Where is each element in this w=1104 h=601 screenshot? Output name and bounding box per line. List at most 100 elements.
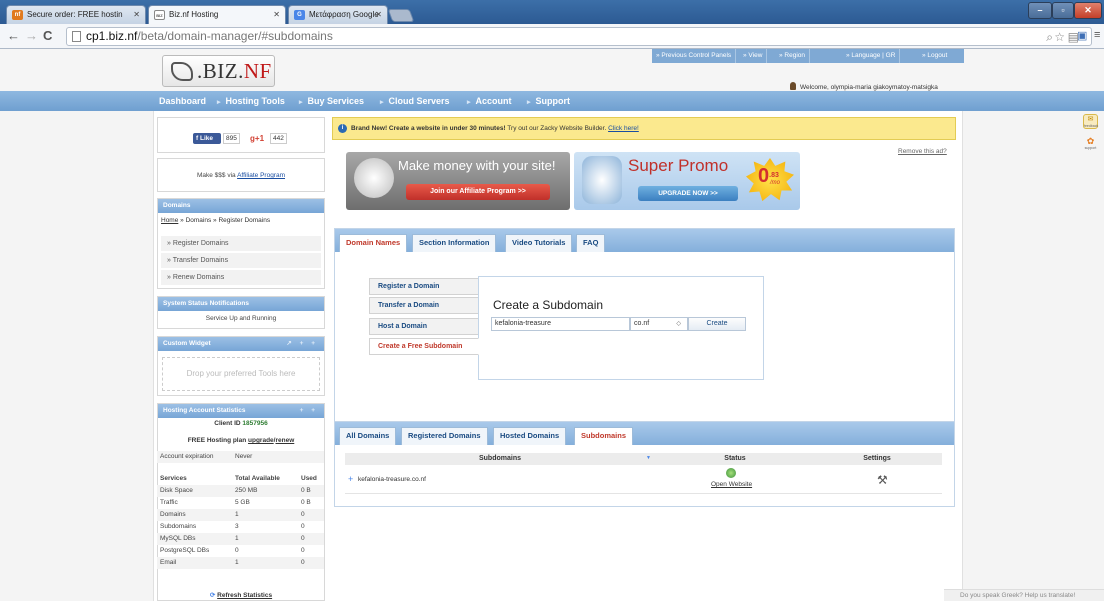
nav-bullet-icon: ▸ bbox=[380, 99, 384, 106]
stats-cell: Email bbox=[160, 559, 177, 566]
tab-subdomains[interactable]: Subdomains bbox=[574, 427, 634, 445]
user-icon bbox=[790, 82, 796, 90]
tab-faq[interactable]: FAQ bbox=[576, 234, 606, 252]
breadcrumb-rest: » Domains » Register Domains bbox=[178, 217, 271, 224]
system-status-box: System Status Notifications Service Up a… bbox=[157, 296, 325, 329]
notice-bold: Brand New! Create a website in under 30 … bbox=[351, 125, 506, 132]
nav-hosting-tools[interactable]: ▸ Hosting Tools bbox=[217, 91, 285, 111]
expand-icon[interactable]: + bbox=[348, 474, 353, 484]
window-close-icon[interactable]: ✕ bbox=[1074, 2, 1102, 19]
tab-section-information[interactable]: Section Information bbox=[412, 234, 497, 252]
search-icon[interactable]: ⌕ bbox=[1046, 29, 1053, 46]
close-tab-icon[interactable]: ✕ bbox=[375, 6, 382, 23]
join-affiliate-button[interactable]: Join our Affiliate Program >> bbox=[406, 184, 550, 200]
stats-cell: 0 bbox=[301, 535, 305, 542]
custom-widget-box: Custom Widget ↗ + + Drop your preferred T… bbox=[157, 336, 325, 396]
sidebar-item-transfer-domains[interactable]: » Transfer Domains bbox=[161, 253, 321, 268]
sort-arrow-icon[interactable]: ▼ bbox=[646, 455, 651, 461]
settings-wand-icon[interactable]: ⚒ bbox=[877, 473, 888, 487]
nav-account[interactable]: ▸ Account bbox=[467, 91, 512, 111]
nav-bullet-icon: ▸ bbox=[527, 99, 531, 106]
sidebar-item-register-domains[interactable]: » Register Domains bbox=[161, 236, 321, 251]
previous-control-panels-link[interactable]: » Previous Control Panels bbox=[652, 49, 737, 63]
stats-cell: 0 B bbox=[301, 499, 311, 506]
stats-cell: 1 bbox=[235, 535, 239, 542]
affiliate-banner[interactable]: Make money with your site! Join our Affi… bbox=[346, 152, 570, 210]
promo-banner[interactable]: Super Promo UPGRADE NOW >> 0.83 /mo bbox=[574, 152, 800, 210]
new-tab-button[interactable] bbox=[387, 9, 415, 22]
column-settings: Settings bbox=[863, 455, 891, 462]
upgrade-now-button[interactable]: UPGRADE NOW >> bbox=[638, 186, 738, 201]
widget-controls-icon[interactable]: ↗ + + bbox=[286, 337, 318, 351]
google-plus-button[interactable]: g+1 bbox=[250, 133, 266, 144]
stats-cell: PostgreSQL DBs bbox=[160, 547, 210, 554]
support-widget[interactable]: ✿ support bbox=[1083, 137, 1098, 152]
url-input[interactable]: cp1.biz.nf/beta/domain-manager/#subdomai… bbox=[66, 27, 1092, 46]
subnav-host-domain[interactable]: Host a Domain bbox=[369, 318, 479, 335]
nav-support[interactable]: ▸ Support bbox=[527, 91, 570, 111]
stats-cell: 3 bbox=[235, 523, 239, 530]
nav-dashboard[interactable]: Dashboard bbox=[159, 91, 206, 111]
affiliate-line: Make $$$ via Affiliate Program bbox=[158, 159, 324, 193]
stats-controls-icon[interactable]: + + bbox=[300, 404, 318, 418]
nav-buy-services[interactable]: ▸ Buy Services bbox=[299, 91, 364, 111]
language-link[interactable]: » Language | GR bbox=[842, 49, 901, 63]
welcome-message: Welcome, olympia-maria giakoymatoy-matsi… bbox=[790, 82, 938, 91]
menu-icon[interactable]: ≡ bbox=[1094, 28, 1100, 42]
url-path: /beta/domain-manager/#subdomains bbox=[137, 29, 333, 43]
fb-like-label: Like bbox=[199, 135, 213, 142]
feedback-widget[interactable]: ✉ feedback bbox=[1083, 114, 1098, 129]
stats-cell: 250 MB bbox=[235, 487, 258, 494]
globe-icon[interactable] bbox=[726, 468, 736, 478]
nav-cloud-servers[interactable]: ▸ Cloud Servers bbox=[380, 91, 450, 111]
browser-tab-secure-order[interactable]: nf Secure order: FREE hostin ✕ bbox=[6, 5, 146, 24]
tab-video-tutorials[interactable]: Video Tutorials bbox=[505, 234, 573, 252]
close-tab-icon[interactable]: ✕ bbox=[133, 6, 140, 23]
view-link[interactable]: » View bbox=[739, 49, 768, 63]
notice-link[interactable]: Click here! bbox=[608, 125, 639, 132]
open-website-link[interactable]: Open Website bbox=[711, 481, 752, 488]
subnav-transfer-domain[interactable]: Transfer a Domain bbox=[369, 297, 479, 314]
page-icon bbox=[72, 31, 81, 42]
stats-row: PostgreSQL DBs 0 0 bbox=[157, 545, 324, 557]
upgrade-link[interactable]: upgrade bbox=[248, 437, 274, 444]
subnav-register-domain[interactable]: Register a Domain bbox=[369, 278, 479, 295]
column-subdomains[interactable]: Subdomains bbox=[345, 453, 655, 465]
widget-drop-zone[interactable]: Drop your preferred Tools here bbox=[162, 357, 320, 391]
shield-icon[interactable]: ▣ bbox=[1077, 29, 1087, 43]
forward-icon[interactable]: → bbox=[25, 29, 38, 43]
reload-icon[interactable]: C bbox=[43, 29, 52, 43]
breadcrumb-home-link[interactable]: Home bbox=[161, 217, 178, 224]
region-link[interactable]: » Region bbox=[775, 49, 811, 63]
renew-link[interactable]: renew bbox=[275, 437, 294, 444]
tab-domain-names[interactable]: Domain Names bbox=[339, 234, 408, 252]
refresh-statistics-link[interactable]: ⟳ Refresh Statistics bbox=[157, 591, 325, 599]
translate-bar[interactable]: Do you speak Greek? Help us translate! bbox=[944, 589, 1104, 601]
create-button[interactable]: Create bbox=[688, 317, 746, 331]
fb-like-count: 895 bbox=[223, 133, 240, 144]
tab-favicon-icon: BIZ bbox=[154, 10, 165, 20]
table-row: + kefalonia-treasure.co.nf Open Website … bbox=[345, 467, 942, 494]
affiliate-program-link[interactable]: Affiliate Program bbox=[237, 172, 285, 179]
domain-zone-select[interactable]: co.nf ◇ bbox=[630, 317, 688, 331]
biznf-logo[interactable]: .BIZ.NF bbox=[162, 55, 275, 87]
close-tab-icon[interactable]: ✕ bbox=[273, 6, 280, 23]
tab-all-domains[interactable]: All Domains bbox=[339, 427, 397, 445]
logout-link[interactable]: » Logout bbox=[918, 49, 951, 63]
star-icon[interactable]: ☆ bbox=[1054, 29, 1065, 46]
sidebar-item-renew-domains[interactable]: » Renew Domains bbox=[161, 270, 321, 285]
subnav-create-subdomain[interactable]: Create a Free Subdomain bbox=[369, 338, 479, 355]
stats-header: Services bbox=[160, 475, 187, 482]
tab-registered-domains[interactable]: Registered Domains bbox=[401, 427, 488, 445]
tab-hosted-domains[interactable]: Hosted Domains bbox=[493, 427, 567, 445]
facebook-like-button[interactable]: f Like bbox=[193, 133, 221, 144]
back-icon[interactable]: ← bbox=[7, 29, 20, 43]
feedback-icon: ✉ bbox=[1087, 116, 1094, 123]
maximize-icon[interactable]: ▫ bbox=[1052, 2, 1074, 19]
subdomain-input[interactable]: kefalonia-treasure bbox=[491, 317, 630, 331]
affiliate-box: Make $$$ via Affiliate Program bbox=[157, 158, 325, 192]
browser-tab-biznf[interactable]: BIZ Biz.nf Hosting ✕ bbox=[148, 5, 286, 24]
remove-ad-link[interactable]: Remove this ad? bbox=[898, 148, 947, 155]
minimize-icon[interactable]: – bbox=[1028, 2, 1052, 19]
browser-tab-google-translate[interactable]: G Μετάφραση Google ✕ bbox=[288, 5, 388, 24]
